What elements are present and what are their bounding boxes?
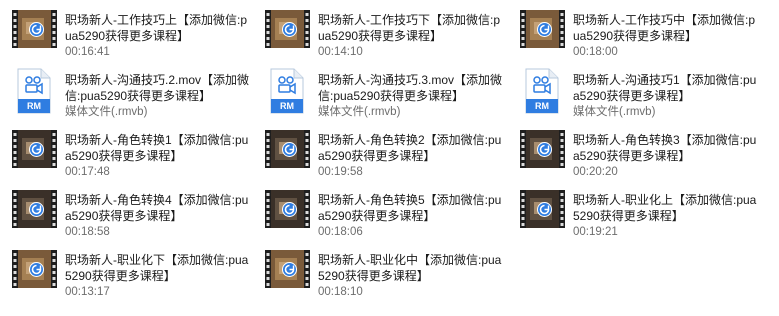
file-meta: 00:18:06 bbox=[318, 226, 363, 238]
rm-file-icon: RM bbox=[270, 68, 304, 114]
file-name: 职场新人-职业化上【添加微信:pua5290获得更多课程】 bbox=[573, 193, 757, 223]
rm-file-icon: RM bbox=[17, 68, 51, 114]
file-text: 职场新人-工作技巧中【添加微信:pua5290获得更多课程】 00:18:00 bbox=[573, 12, 758, 60]
file-meta: 00:17:48 bbox=[65, 166, 110, 178]
file-text: 职场新人-角色转换5【添加微信:pua5290获得更多课程】 00:18:06 bbox=[318, 192, 503, 240]
sync-badge-icon bbox=[29, 202, 44, 217]
file-name: 职场新人-沟通技巧.3.mov【添加微信:pua5290获得更多课程】 bbox=[318, 73, 503, 103]
sync-badge-icon bbox=[537, 22, 552, 37]
file-text: 职场新人-工作技巧上【添加微信:pua5290获得更多课程】 00:16:41 bbox=[65, 12, 250, 60]
rm-file-icon: RM bbox=[525, 68, 559, 114]
file-meta: 00:18:10 bbox=[318, 286, 363, 298]
file-name: 职场新人-角色转换4【添加微信:pua5290获得更多课程】 bbox=[65, 193, 249, 223]
file-name: 职场新人-职业化下【添加微信:pua5290获得更多课程】 bbox=[65, 253, 249, 283]
file-meta: 00:14:10 bbox=[318, 46, 363, 58]
file-meta: 媒体文件(.rmvb) bbox=[573, 106, 656, 118]
file-text: 职场新人-职业化中【添加微信:pua5290获得更多课程】 00:18:10 bbox=[318, 252, 503, 300]
video-file-item[interactable]: 职场新人-角色转换1【添加微信:pua5290获得更多课程】 00:17:48 bbox=[0, 122, 250, 178]
file-meta: 00:19:21 bbox=[573, 226, 618, 238]
file-name: 职场新人-工作技巧中【添加微信:pua5290获得更多课程】 bbox=[573, 13, 756, 43]
file-name: 职场新人-职业化中【添加微信:pua5290获得更多课程】 bbox=[318, 253, 502, 283]
file-text: 职场新人-沟通技巧1【添加微信:pua5290获得更多课程】 媒体文件(.rmv… bbox=[573, 72, 758, 120]
video-file-item[interactable]: 职场新人-职业化中【添加微信:pua5290获得更多课程】 00:18:10 bbox=[253, 242, 503, 298]
sync-badge-icon bbox=[537, 202, 552, 217]
video-file-item[interactable]: 职场新人-职业化下【添加微信:pua5290获得更多课程】 00:13:17 bbox=[0, 242, 250, 298]
file-text: 职场新人-职业化上【添加微信:pua5290获得更多课程】 00:19:21 bbox=[573, 192, 758, 240]
video-file-item[interactable]: 职场新人-角色转换5【添加微信:pua5290获得更多课程】 00:18:06 bbox=[253, 182, 503, 238]
rm-label: RM bbox=[27, 101, 41, 111]
rm-file-item[interactable]: RM 职场新人-沟通技巧.3.mov【添加微信:pua5290获得更多课程】 媒… bbox=[253, 62, 503, 118]
video-file-item[interactable]: 职场新人-工作技巧上【添加微信:pua5290获得更多课程】 00:16:41 bbox=[0, 2, 250, 58]
file-text: 职场新人-角色转换3【添加微信:pua5290获得更多课程】 00:20:20 bbox=[573, 132, 758, 180]
video-file-item[interactable]: 职场新人-工作技巧中【添加微信:pua5290获得更多课程】 00:18:00 bbox=[508, 2, 758, 58]
rm-file-item[interactable]: RM 职场新人-沟通技巧1【添加微信:pua5290获得更多课程】 媒体文件(.… bbox=[508, 62, 758, 118]
sync-badge-icon bbox=[282, 22, 297, 37]
sync-badge-icon bbox=[282, 142, 297, 157]
video-file-item[interactable]: 职场新人-角色转换3【添加微信:pua5290获得更多课程】 00:20:20 bbox=[508, 122, 758, 178]
file-text: 职场新人-沟通技巧.2.mov【添加微信:pua5290获得更多课程】 媒体文件… bbox=[65, 72, 250, 120]
file-meta: 00:13:17 bbox=[65, 286, 110, 298]
rm-label: RM bbox=[535, 101, 549, 111]
file-name: 职场新人-角色转换5【添加微信:pua5290获得更多课程】 bbox=[318, 193, 502, 223]
file-meta: 00:18:58 bbox=[65, 226, 110, 238]
file-text: 职场新人-角色转换4【添加微信:pua5290获得更多课程】 00:18:58 bbox=[65, 192, 250, 240]
sync-badge-icon bbox=[29, 262, 44, 277]
file-meta: 00:20:20 bbox=[573, 166, 618, 178]
file-name: 职场新人-角色转换3【添加微信:pua5290获得更多课程】 bbox=[573, 133, 757, 163]
file-name: 职场新人-工作技巧下【添加微信:pua5290获得更多课程】 bbox=[318, 13, 501, 43]
sync-badge-icon bbox=[537, 142, 552, 157]
sync-badge-icon bbox=[282, 262, 297, 277]
file-name: 职场新人-工作技巧上【添加微信:pua5290获得更多课程】 bbox=[65, 13, 248, 43]
file-meta: 00:16:41 bbox=[65, 46, 110, 58]
rm-file-item[interactable]: RM 职场新人-沟通技巧.2.mov【添加微信:pua5290获得更多课程】 媒… bbox=[0, 62, 250, 118]
file-text: 职场新人-角色转换1【添加微信:pua5290获得更多课程】 00:17:48 bbox=[65, 132, 250, 180]
video-file-item[interactable]: 职场新人-角色转换2【添加微信:pua5290获得更多课程】 00:19:58 bbox=[253, 122, 503, 178]
file-grid: 职场新人-工作技巧上【添加微信:pua5290获得更多课程】 00:16:41 … bbox=[0, 0, 779, 316]
file-meta: 00:18:00 bbox=[573, 46, 618, 58]
file-text: 职场新人-工作技巧下【添加微信:pua5290获得更多课程】 00:14:10 bbox=[318, 12, 503, 60]
sync-badge-icon bbox=[29, 22, 44, 37]
file-meta: 媒体文件(.rmvb) bbox=[318, 106, 401, 118]
file-text: 职场新人-沟通技巧.3.mov【添加微信:pua5290获得更多课程】 媒体文件… bbox=[318, 72, 503, 120]
file-name: 职场新人-沟通技巧.2.mov【添加微信:pua5290获得更多课程】 bbox=[65, 73, 250, 103]
sync-badge-icon bbox=[29, 142, 44, 157]
file-name: 职场新人-沟通技巧1【添加微信:pua5290获得更多课程】 bbox=[573, 73, 757, 103]
file-text: 职场新人-角色转换2【添加微信:pua5290获得更多课程】 00:19:58 bbox=[318, 132, 503, 180]
file-meta: 00:19:58 bbox=[318, 166, 363, 178]
file-name: 职场新人-角色转换1【添加微信:pua5290获得更多课程】 bbox=[65, 133, 249, 163]
video-file-item[interactable]: 职场新人-工作技巧下【添加微信:pua5290获得更多课程】 00:14:10 bbox=[253, 2, 503, 58]
file-meta: 媒体文件(.rmvb) bbox=[65, 106, 148, 118]
file-name: 职场新人-角色转换2【添加微信:pua5290获得更多课程】 bbox=[318, 133, 502, 163]
video-file-item[interactable]: 职场新人-角色转换4【添加微信:pua5290获得更多课程】 00:18:58 bbox=[0, 182, 250, 238]
sync-badge-icon bbox=[282, 202, 297, 217]
video-file-item[interactable]: 职场新人-职业化上【添加微信:pua5290获得更多课程】 00:19:21 bbox=[508, 182, 758, 238]
file-text: 职场新人-职业化下【添加微信:pua5290获得更多课程】 00:13:17 bbox=[65, 252, 250, 300]
rm-label: RM bbox=[280, 101, 294, 111]
